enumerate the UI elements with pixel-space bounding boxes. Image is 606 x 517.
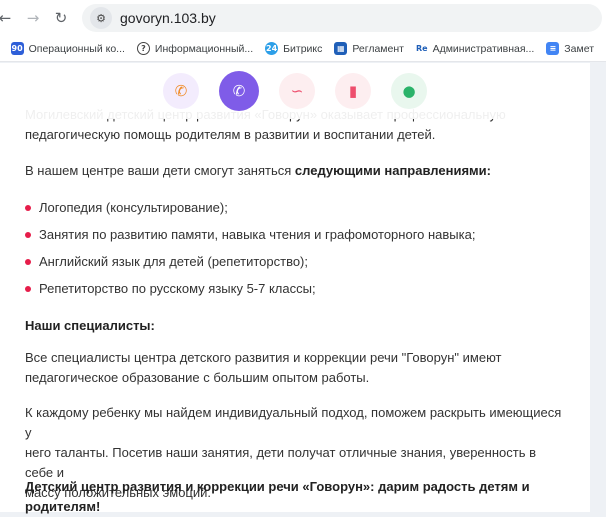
bookmark-label: Битрикс <box>283 43 322 55</box>
list-item: Репетиторство по русскому языку 5-7 клас… <box>25 279 565 299</box>
list-item: Логопедия (консультирование); <box>25 198 565 218</box>
bookmark-label: Регламент <box>352 43 404 55</box>
back-icon[interactable]: ← <box>0 7 16 29</box>
list-item-text: Английский язык для детей (репетиторство… <box>39 254 308 269</box>
directions-bold: следующими направлениями: <box>295 163 491 178</box>
intro-line: педагогическую помощь родителям в развит… <box>25 125 565 145</box>
bookmark-admin[interactable]: Re Административная... <box>416 42 534 55</box>
site-info-icon[interactable]: ⚙ <box>90 7 112 29</box>
directions-text: В нашем центре ваши дети смогут заняться <box>25 163 295 178</box>
bookmark-label: Информационный... <box>155 43 253 55</box>
reload-icon[interactable]: ↻ <box>50 7 72 29</box>
phone-icon: ✆ <box>175 82 188 100</box>
list-item-text: Занятия по развитию памяти, навыка чтени… <box>39 227 475 242</box>
bookmark-operational[interactable]: 90 Операционный ко... <box>11 42 125 55</box>
bitrix-icon: 24 <box>265 42 278 55</box>
bookmark-icon: ▮ <box>349 82 357 100</box>
closing-paragraph: Детский центр развития и коррекции речи … <box>25 477 565 517</box>
specialists-heading: Наши специалисты: <box>25 316 565 336</box>
bookmark-info[interactable]: ? Информационный... <box>137 42 253 55</box>
bookmark-label: Операционный ко... <box>29 43 125 55</box>
specialists-line: педагогическое образование с большим опы… <box>25 368 565 388</box>
directions-paragraph: В нашем центре ваши дети смогут заняться… <box>25 161 565 181</box>
list-item: Занятия по развитию памяти, навыка чтени… <box>25 225 565 245</box>
admin-icon: Re <box>416 42 428 55</box>
list-item-text: Репетиторство по русскому языку 5-7 клас… <box>39 281 316 296</box>
operational-icon: 90 <box>11 42 24 55</box>
page-viewport: Могилевский детский центр развития «Гово… <box>0 63 606 512</box>
chat-icon: ● <box>402 82 415 100</box>
bookmark-label: Административная... <box>433 43 535 55</box>
url-field[interactable]: ⚙ govoryn.103.by <box>82 4 602 32</box>
specialists-paragraph: Все специалисты центра детского развития… <box>25 348 565 388</box>
closing-line: родителям! <box>25 497 565 517</box>
viber-button[interactable]: ✆ <box>219 71 259 111</box>
bullet-dot <box>25 205 31 211</box>
list-item: Английский язык для детей (репетиторство… <box>25 252 565 272</box>
bookmark-label: Замет <box>564 43 594 55</box>
bullet-dot <box>25 259 31 265</box>
info-icon: ? <box>137 42 150 55</box>
phone-button[interactable]: ✆ <box>163 73 199 109</box>
link-icon: ∽ <box>291 82 304 100</box>
bookmark-button[interactable]: ▮ <box>335 73 371 109</box>
chat-button[interactable]: ● <box>391 73 427 109</box>
content-card: Могилевский детский центр развития «Гово… <box>0 63 590 512</box>
share-bar: ✆ ✆ ∽ ▮ ● <box>0 63 590 119</box>
link-button[interactable]: ∽ <box>279 73 315 109</box>
list-item-text: Логопедия (консультирование); <box>39 200 228 215</box>
url-text: govoryn.103.by <box>120 10 216 26</box>
bullet-dot <box>25 232 31 238</box>
notes-icon: ≡ <box>546 42 559 55</box>
bullet-dot <box>25 286 31 292</box>
bookmark-notes[interactable]: ≡ Замет <box>546 42 594 55</box>
bookmark-reglament[interactable]: ▦ Регламент <box>334 42 404 55</box>
forward-icon[interactable]: → <box>22 7 44 29</box>
reglament-icon: ▦ <box>334 42 347 55</box>
bookmark-bitrix[interactable]: 24 Битрикс <box>265 42 322 55</box>
bookmarks-bar: 90 Операционный ко... ? Информационный..… <box>0 36 606 62</box>
viber-icon: ✆ <box>233 82 246 100</box>
closing-line: Детский центр развития и коррекции речи … <box>25 477 565 497</box>
approach-line: К каждому ребенку мы найдем индивидуальн… <box>25 403 565 443</box>
specialists-line: Все специалисты центра детского развития… <box>25 348 565 368</box>
address-bar: ← → ↻ ⚙ govoryn.103.by <box>0 0 606 36</box>
